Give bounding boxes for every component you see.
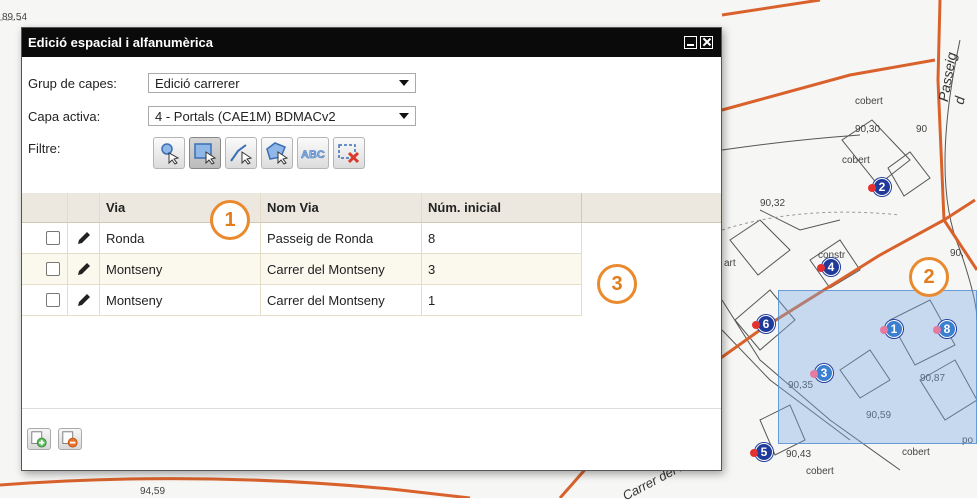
layer-group-label: Grup de capes: <box>28 75 117 91</box>
select-text-button[interactable]: ABC <box>297 137 329 169</box>
dialog-title: Edició espacial i alfanumèrica <box>28 35 213 50</box>
row-checkbox[interactable] <box>45 231 60 245</box>
pencil-icon[interactable] <box>76 230 92 246</box>
row-edit-cell <box>68 285 100 315</box>
active-layer-label: Capa activa: <box>28 108 101 124</box>
select-point-button[interactable] <box>153 137 185 169</box>
minimize-icon[interactable] <box>684 36 697 49</box>
close-icon[interactable] <box>700 36 713 49</box>
table-row[interactable]: Montseny Carrer del Montseny 3 <box>22 254 582 285</box>
map-label: 90, <box>950 248 964 259</box>
row-spacer <box>22 254 38 284</box>
map-label: 90,30 <box>855 124 881 135</box>
portal-marker[interactable]: 4 <box>817 258 840 276</box>
filter-row: Filtre: <box>28 141 148 156</box>
row-edit-cell <box>68 254 100 284</box>
table-row[interactable]: Montseny Carrer del Montseny 1 <box>22 285 582 316</box>
cell-nom-via: Passeig de Ronda <box>261 223 422 253</box>
clear-selection-button[interactable] <box>333 137 365 169</box>
clear-selection-icon <box>338 144 360 164</box>
select-polygon-button[interactable] <box>261 137 293 169</box>
select-text-icon: ABC <box>301 149 325 162</box>
table-header: Via Nom Via Núm. inicial <box>22 193 721 223</box>
filter-label: Filtre: <box>28 141 61 156</box>
map-label: cobert <box>902 447 930 458</box>
row-checkbox[interactable] <box>45 293 60 307</box>
remove-feature-button[interactable] <box>58 428 82 450</box>
cell-num-inicial: 3 <box>422 254 582 284</box>
row-checkbox[interactable] <box>45 262 60 276</box>
selection-rectangle <box>778 290 977 444</box>
column-header-num-inicial[interactable]: Núm. inicial <box>422 193 582 222</box>
filter-toolbar: ABC <box>153 137 365 169</box>
header-edit <box>68 193 100 222</box>
callout-badge: 1 <box>210 200 250 240</box>
row-check-cell <box>38 285 68 315</box>
svg-text:ABC: ABC <box>301 149 325 161</box>
select-polygon-icon <box>266 142 289 165</box>
cell-via: Montseny <box>100 285 261 315</box>
cell-nom-via: Carrer del Montseny <box>261 254 422 284</box>
remove-feature-icon <box>62 431 78 448</box>
map-label: art <box>724 258 736 269</box>
add-feature-button[interactable] <box>27 428 51 450</box>
map-label: 94,59 <box>140 486 166 497</box>
chevron-down-icon <box>399 113 409 119</box>
chevron-down-icon <box>399 80 409 86</box>
row-check-cell <box>38 254 68 284</box>
add-feature-icon <box>31 431 47 448</box>
portal-marker-selected[interactable]: 3 <box>810 364 833 382</box>
row-edit-cell <box>68 223 100 253</box>
layer-group-value: Edició carrerer <box>155 75 240 91</box>
header-check <box>38 193 68 222</box>
row-check-cell <box>38 223 68 253</box>
portal-marker[interactable]: 2 <box>868 178 891 196</box>
portal-marker[interactable]: 6 <box>752 315 775 333</box>
row-spacer <box>22 285 38 315</box>
dialog-footer <box>22 408 721 470</box>
callout-badge: 2 <box>909 257 949 297</box>
map-label: 90,43 <box>786 449 812 460</box>
callout-badge: 3 <box>597 264 637 304</box>
cell-num-inicial: 8 <box>422 223 582 253</box>
select-line-icon <box>230 144 253 165</box>
select-rectangle-icon <box>194 143 217 165</box>
portal-marker[interactable]: 5 <box>750 443 773 461</box>
portal-marker-selected[interactable]: 1 <box>880 320 903 338</box>
cell-nom-via: Carrer del Montseny <box>261 285 422 315</box>
pencil-icon[interactable] <box>76 292 92 308</box>
cell-num-inicial: 1 <box>422 285 582 315</box>
column-header-nom-via[interactable]: Nom Via <box>261 193 422 222</box>
map-label: 90,32 <box>760 198 786 209</box>
map-label: 89.54 <box>2 12 28 23</box>
active-layer-select[interactable]: 4 - Portals (CAE1M) BDMACv2 <box>148 106 416 126</box>
map-label: cobert <box>855 96 883 107</box>
header-spacer <box>22 193 38 222</box>
cell-via: Montseny <box>100 254 261 284</box>
active-layer-row: Capa activa: 4 - Portals (CAE1M) BDMACv2 <box>28 106 416 126</box>
portal-marker-selected[interactable]: 8 <box>933 320 956 338</box>
dialog-titlebar[interactable]: Edició espacial i alfanumèrica <box>22 28 721 57</box>
spatial-edit-dialog: Edició espacial i alfanumèrica Grup de c… <box>21 27 722 471</box>
pencil-icon[interactable] <box>76 261 92 277</box>
layer-group-select[interactable]: Edició carrerer <box>148 73 416 93</box>
active-layer-value: 4 - Portals (CAE1M) BDMACv2 <box>155 108 336 124</box>
map-label: cobert <box>842 155 870 166</box>
select-rectangle-button[interactable] <box>189 137 221 169</box>
row-spacer <box>22 223 38 253</box>
table-row[interactable]: Ronda Passeig de Ronda 8 <box>22 223 582 254</box>
map-label: 90 <box>916 124 928 135</box>
layer-group-row: Grup de capes: Edició carrerer <box>28 73 416 93</box>
map-label: cobert <box>806 466 834 477</box>
select-point-icon <box>161 143 180 165</box>
select-line-button[interactable] <box>225 137 257 169</box>
